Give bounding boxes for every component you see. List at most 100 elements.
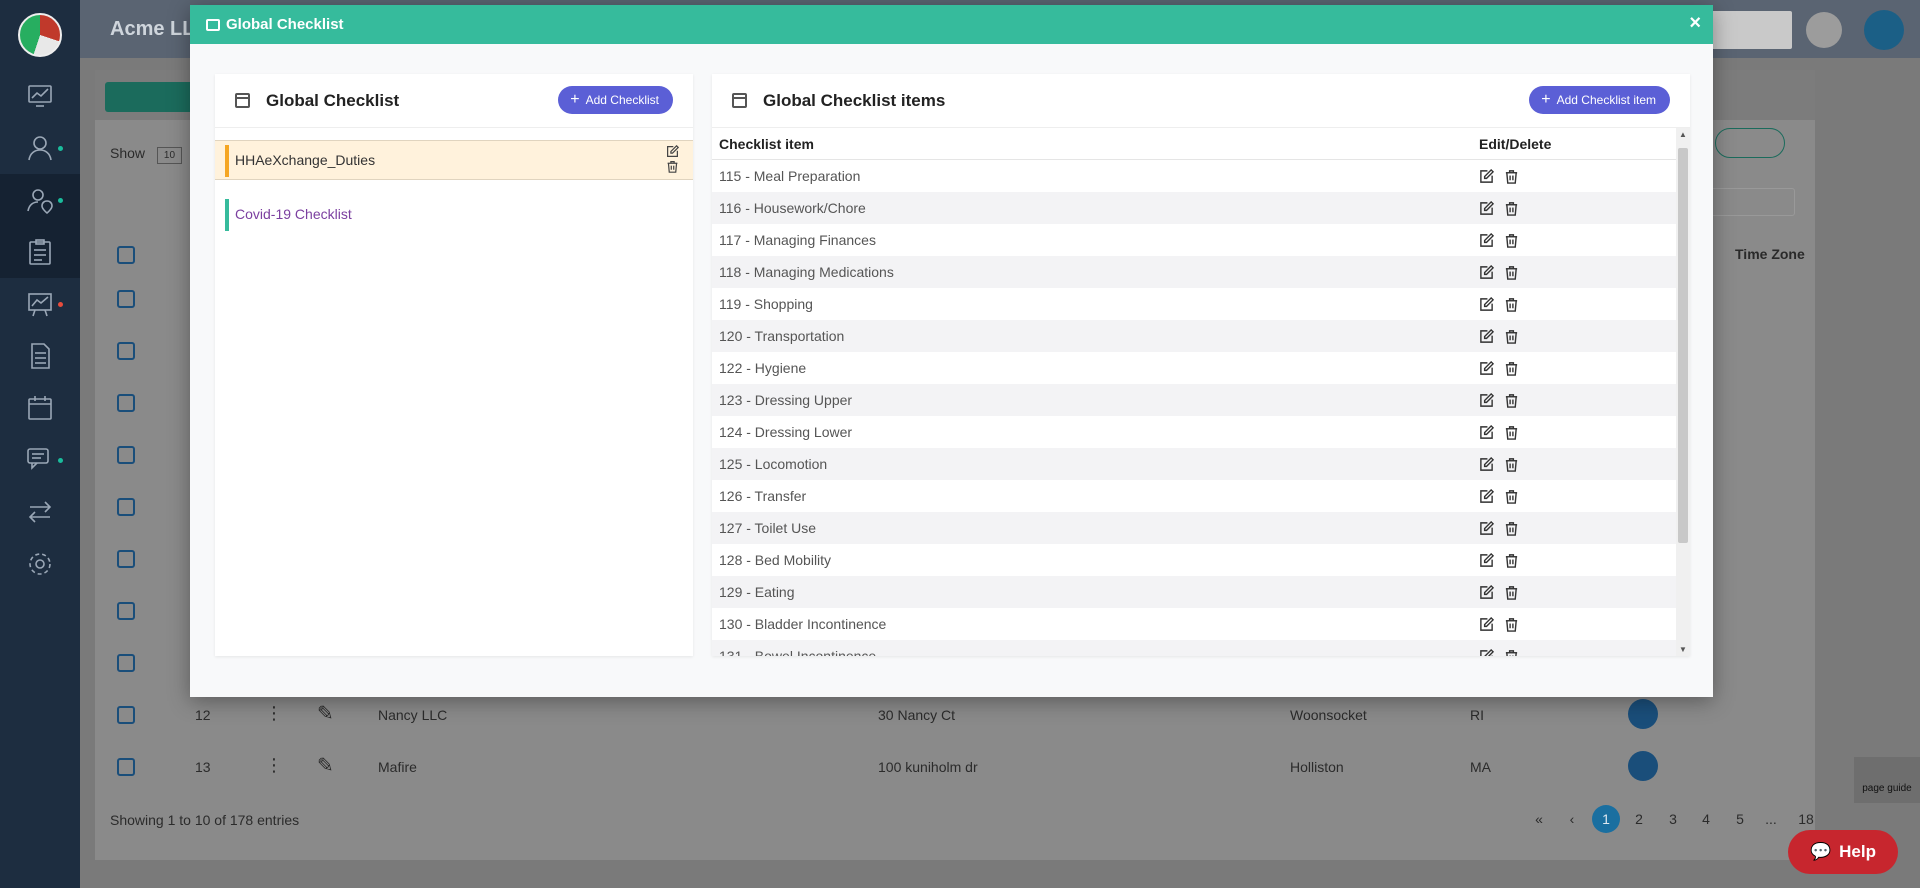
- trash-icon[interactable]: [1504, 329, 1519, 344]
- sidebar-item-transfer[interactable]: [0, 486, 80, 538]
- trash-icon[interactable]: [1504, 617, 1519, 632]
- checklist-item-covid-19[interactable]: Covid-19 Checklist: [215, 195, 693, 235]
- row-edit-icon[interactable]: ✎: [317, 753, 334, 778]
- trash-icon[interactable]: [1504, 649, 1519, 657]
- sidebar-item-calendar[interactable]: [0, 382, 80, 434]
- sidebar-item-reports[interactable]: [0, 278, 80, 330]
- edit-icon[interactable]: [1479, 520, 1494, 536]
- globe-icon[interactable]: [1628, 751, 1658, 781]
- edit-icon[interactable]: [1479, 424, 1494, 440]
- sidebar-item-checklists[interactable]: [0, 226, 80, 278]
- page-button-1[interactable]: 1: [1592, 805, 1620, 833]
- row-checkbox[interactable]: [117, 654, 135, 672]
- first-page-button[interactable]: «: [1525, 805, 1553, 833]
- edit-icon[interactable]: [1479, 328, 1494, 344]
- prev-page-button[interactable]: ‹: [1558, 805, 1586, 833]
- row-checkbox[interactable]: [117, 446, 135, 464]
- app-logo[interactable]: [0, 0, 80, 70]
- row-actions: [1479, 264, 1659, 280]
- sidebar-item-settings[interactable]: [0, 538, 80, 590]
- sidebar-item-documents[interactable]: [0, 330, 80, 382]
- select-all-checkbox[interactable]: [117, 246, 135, 264]
- sidebar-item-messages[interactable]: [0, 434, 80, 486]
- edit-icon[interactable]: [1479, 488, 1494, 504]
- edit-icon[interactable]: [1479, 392, 1494, 408]
- add-checklist-button[interactable]: + Add Checklist: [558, 86, 673, 114]
- row-actions: [1479, 552, 1659, 568]
- add-checklist-item-button[interactable]: + Add Checklist item: [1529, 86, 1670, 114]
- row-city: Woonsocket: [1290, 707, 1367, 723]
- row-checkbox[interactable]: [117, 602, 135, 620]
- trash-icon[interactable]: [1504, 457, 1519, 472]
- trash-icon[interactable]: [1504, 169, 1519, 184]
- row-menu-icon[interactable]: ⋮: [265, 755, 283, 776]
- page-button-18[interactable]: 18: [1792, 805, 1820, 833]
- page-guide-button[interactable]: page guide: [1854, 757, 1920, 803]
- scrollbar-thumb[interactable]: [1678, 148, 1688, 543]
- table-scrollbar[interactable]: ▲ ▼: [1676, 128, 1690, 656]
- trash-icon[interactable]: [1504, 265, 1519, 280]
- edit-icon[interactable]: [1479, 584, 1494, 600]
- expand-button[interactable]: [1715, 128, 1785, 158]
- page-button-3[interactable]: 3: [1659, 805, 1687, 833]
- row-checkbox[interactable]: [117, 498, 135, 516]
- edit-icon[interactable]: [1479, 616, 1494, 632]
- page-button-5[interactable]: 5: [1726, 805, 1754, 833]
- sidebar-item-locations[interactable]: [0, 174, 80, 226]
- trash-icon[interactable]: [1504, 425, 1519, 440]
- plus-icon: +: [570, 91, 580, 108]
- edit-icon[interactable]: [1479, 296, 1494, 312]
- row-checkbox[interactable]: [117, 290, 135, 308]
- sidebar-item-dashboard[interactable]: [0, 70, 80, 122]
- close-icon[interactable]: ×: [1689, 13, 1701, 33]
- notification-bell-icon[interactable]: [1806, 12, 1842, 48]
- trash-icon[interactable]: [1504, 297, 1519, 312]
- trash-icon[interactable]: [666, 160, 679, 173]
- page-size-select[interactable]: 10: [156, 147, 183, 164]
- row-checkbox[interactable]: [117, 706, 135, 724]
- table-row: 122 - Hygiene: [712, 352, 1690, 384]
- page-button-4[interactable]: 4: [1692, 805, 1720, 833]
- edit-icon[interactable]: [1479, 168, 1494, 184]
- checklist-item-hhaexchange-duties[interactable]: HHAeXchange_Duties: [215, 140, 693, 180]
- modal-title: Global Checklist: [226, 16, 344, 33]
- trash-icon[interactable]: [1504, 233, 1519, 248]
- row-checkbox[interactable]: [117, 550, 135, 568]
- trash-icon[interactable]: [1504, 489, 1519, 504]
- table-row: 125 - Locomotion: [712, 448, 1690, 480]
- time-zone-header[interactable]: Time Zone: [1735, 246, 1805, 262]
- row-name: Mafire: [378, 759, 417, 775]
- row-menu-icon[interactable]: ⋮: [265, 703, 283, 724]
- status-dot: [58, 146, 63, 151]
- row-checkbox[interactable]: [117, 758, 135, 776]
- globe-icon[interactable]: [1628, 699, 1658, 729]
- edit-icon[interactable]: [1479, 360, 1494, 376]
- trash-icon[interactable]: [1504, 521, 1519, 536]
- trash-icon[interactable]: [1504, 585, 1519, 600]
- column-header-checklist-item[interactable]: Checklist item: [712, 136, 1479, 152]
- trash-icon[interactable]: [1504, 393, 1519, 408]
- table-row: 119 - Shopping: [712, 288, 1690, 320]
- edit-icon[interactable]: [1479, 648, 1494, 657]
- edit-icon[interactable]: [666, 145, 679, 158]
- checklist-item-name: 120 - Transportation: [719, 328, 845, 344]
- trash-icon[interactable]: [1504, 201, 1519, 216]
- edit-icon[interactable]: [1479, 552, 1494, 568]
- edit-icon[interactable]: [1479, 200, 1494, 216]
- checklist-item-name: 116 - Housework/Chore: [719, 200, 866, 216]
- scroll-down-arrow[interactable]: ▼: [1679, 645, 1687, 654]
- row-checkbox[interactable]: [117, 342, 135, 360]
- page-button-2[interactable]: 2: [1625, 805, 1653, 833]
- chat-icon: [27, 448, 49, 470]
- row-edit-icon[interactable]: ✎: [317, 701, 334, 726]
- trash-icon[interactable]: [1504, 553, 1519, 568]
- row-checkbox[interactable]: [117, 394, 135, 412]
- help-button[interactable]: 💬 Help: [1788, 830, 1898, 874]
- user-avatar[interactable]: [1864, 10, 1904, 50]
- edit-icon[interactable]: [1479, 264, 1494, 280]
- sidebar-item-users[interactable]: [0, 122, 80, 174]
- trash-icon[interactable]: [1504, 361, 1519, 376]
- edit-icon[interactable]: [1479, 456, 1494, 472]
- scroll-up-arrow[interactable]: ▲: [1679, 130, 1687, 139]
- edit-icon[interactable]: [1479, 232, 1494, 248]
